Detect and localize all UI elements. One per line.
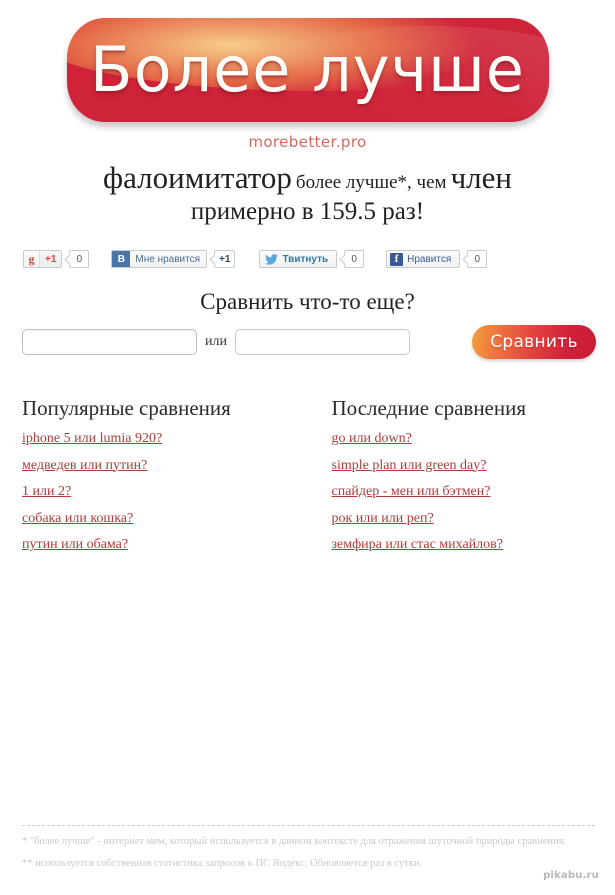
latest-link-5[interactable]: земфира или стас михайлов? [332, 536, 598, 554]
footer-notes: * "более лучше" - интернет мем, который … [22, 825, 595, 878]
vk-icon: В [112, 251, 131, 267]
compare-or-label: или [205, 334, 227, 349]
latest-link-3[interactable]: спайдер - мен или бэтмен? [332, 483, 598, 501]
popular-link-5[interactable]: путин или обама? [22, 536, 310, 554]
comparison-headline: фалоимитатор более лучше*, чем член прим… [0, 160, 615, 226]
popular-link-2[interactable]: медведев или путин? [22, 457, 310, 475]
site-logo-header: Более лучше morebetter.pro [0, 18, 615, 151]
google-plus-count[interactable]: 0 [69, 250, 90, 268]
facebook-like-button[interactable]: f Нравится [386, 250, 461, 268]
facebook-icon: f [390, 252, 404, 266]
twitter-share-group: Твитнуть 0 [259, 250, 365, 268]
footer-note-1: * "более лучше" - интернет мем, который … [22, 836, 567, 847]
popular-link-3[interactable]: 1 или 2? [22, 483, 310, 501]
popular-link-1[interactable]: iphone 5 или lumia 920? [22, 430, 310, 448]
headline-ratio-line: примерно в 159.5 раз! [190, 197, 425, 225]
google-plus-one-button[interactable]: g +1 [23, 250, 63, 268]
compare-section-title: Сравнить что-то еще? [200, 289, 415, 314]
comparison-lists: Популярные сравнения iphone 5 или lumia … [22, 396, 597, 563]
facebook-share-group: f Нравится 0 [386, 250, 488, 268]
latest-link-1[interactable]: go или down? [332, 430, 598, 448]
google-plus-share-group: g +1 0 [23, 250, 90, 268]
latest-link-2[interactable]: simple plan или green day? [332, 457, 598, 475]
google-plus-icon: g [28, 251, 35, 266]
vk-share-group: В Мне нравится +1 [111, 250, 236, 268]
google-plus-one-label: +1 [39, 251, 62, 267]
logo-badge[interactable]: Более лучше [66, 18, 549, 122]
vk-like-label: Мне нравится [135, 253, 201, 265]
headline-subject-a: фалоимитатор [103, 160, 292, 195]
headline-subject-b: член [450, 160, 512, 195]
twitter-bird-icon [263, 251, 279, 267]
logo-text: Более лучше [90, 33, 525, 106]
headline-line-1: фалоимитатор более лучше*, чем член [0, 160, 615, 197]
logo-domain-text: morebetter.pro [248, 133, 367, 151]
latest-link-4[interactable]: рок или или реп? [332, 510, 598, 528]
compare-input-a[interactable] [22, 329, 197, 355]
social-share-bar: g +1 0 В Мне нравится +1 Твитнуть 0 f Нр… [23, 250, 488, 268]
footer-divider [22, 825, 595, 826]
popular-comparisons-title: Популярные сравнения [22, 396, 231, 420]
vk-like-count[interactable]: +1 [214, 250, 236, 268]
compare-submit-button[interactable]: Сравнить [472, 325, 596, 359]
facebook-like-count[interactable]: 0 [467, 250, 488, 268]
popular-comparisons-column: Популярные сравнения iphone 5 или lumia … [22, 396, 310, 563]
latest-comparisons-title: Последние сравнения [331, 396, 527, 420]
twitter-tweet-button[interactable]: Твитнуть [259, 250, 338, 268]
footer-note-2: ** используется собственная статистика з… [22, 858, 423, 870]
facebook-like-label: Нравится [407, 253, 452, 265]
popular-link-4[interactable]: собака или кошка? [22, 510, 310, 528]
latest-comparisons-column: Последние сравнения go или down? simple … [310, 396, 598, 563]
pikabu-watermark: pikabu.ru [543, 870, 599, 881]
twitter-tweet-count[interactable]: 0 [344, 250, 365, 268]
compare-form: или Сравнить [22, 325, 597, 359]
vk-like-button[interactable]: В Мне нравится [111, 250, 208, 268]
compare-input-b[interactable] [235, 329, 410, 355]
headline-middle-text: более лучше*, чем [295, 172, 447, 193]
twitter-tweet-label: Твитнуть [282, 253, 329, 265]
